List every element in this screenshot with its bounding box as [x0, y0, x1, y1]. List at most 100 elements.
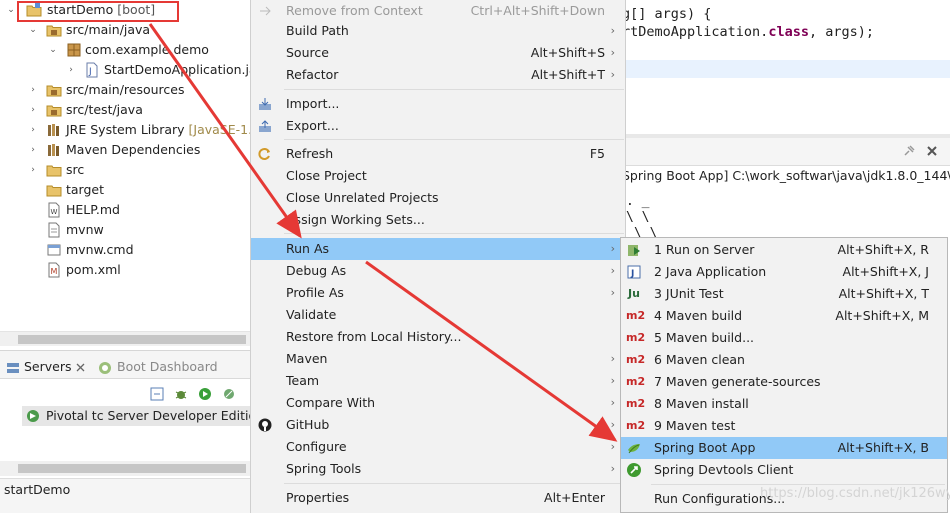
annotation-highlight-box — [17, 1, 179, 22]
submenu-arrow-icon: › — [610, 242, 615, 255]
menu-item-label: Remove from Context — [286, 3, 423, 18]
horizontal-scrollbar[interactable] — [0, 461, 250, 476]
tree-item-pom[interactable]: M pom.xml — [0, 260, 250, 280]
menu-item-remove-from-context[interactable]: Remove from Context Ctrl+Alt+Shift+Down — [251, 0, 625, 22]
source-folder-icon — [46, 85, 62, 97]
menu-item-compare-with[interactable]: Compare With › — [251, 392, 625, 414]
tree-item-label: target — [66, 182, 105, 197]
servers-view-tabs: Servers Boot Dashboard — [0, 351, 250, 379]
menu-item-debug-as[interactable]: Debug As › — [251, 260, 625, 282]
submenu-item-java-application[interactable]: J 2 Java Application Alt+Shift+X, J — [621, 261, 947, 283]
menu-item-team[interactable]: Team › — [251, 370, 625, 392]
expanded-twisty-icon[interactable]: ⌄ — [28, 20, 38, 40]
menu-item-build-path[interactable]: Build Path › — [251, 20, 625, 42]
collapsed-twisty-icon[interactable]: › — [66, 60, 76, 80]
tab-servers[interactable]: Servers — [24, 357, 72, 377]
collapse-all-icon[interactable] — [150, 387, 164, 401]
submenu-item-junit-test[interactable]: Ju 3 JUnit Test Alt+Shift+X, T — [621, 283, 947, 305]
tree-item-package[interactable]: ⌄ com.example.demo — [0, 40, 250, 60]
submenu-arrow-icon: › — [610, 68, 615, 81]
menu-item-github[interactable]: GitHub › — [251, 414, 625, 436]
menu-item-configure[interactable]: Configure › — [251, 436, 625, 458]
submenu-item-label: 8 Maven install — [654, 396, 749, 411]
submenu-item-maven-install[interactable]: m2 8 Maven install — [621, 393, 947, 415]
submenu-item-maven-clean[interactable]: m2 6 Maven clean — [621, 349, 947, 371]
horizontal-scrollbar[interactable] — [0, 331, 250, 346]
expanded-twisty-icon[interactable]: ⌄ — [6, 0, 16, 20]
submenu-arrow-icon: › — [610, 396, 615, 409]
maven-m2-icon: m2 — [626, 375, 646, 388]
menu-item-import[interactable]: Import... — [251, 93, 625, 115]
submenu-item-run-on-server[interactable]: 1 Run on Server Alt+Shift+X, R — [621, 239, 947, 261]
submenu-arrow-icon: › — [610, 440, 615, 453]
submenu-item-maven-build-dialog[interactable]: m2 5 Maven build... — [621, 327, 947, 349]
scrollbar-thumb[interactable] — [18, 464, 246, 473]
code-editor[interactable]: g[] args) { rtDemoApplication.class, arg… — [622, 0, 950, 130]
menu-item-label: Assign Working Sets... — [286, 212, 425, 227]
menu-item-refresh[interactable]: Refresh F5 — [251, 143, 625, 165]
cmd-file-icon — [47, 244, 61, 256]
tree-item-target[interactable]: target — [0, 180, 250, 200]
tree-item-jre[interactable]: › JRE System Library [JavaSE-1.8] — [0, 120, 265, 140]
menu-item-spring-tools[interactable]: Spring Tools › — [251, 458, 625, 480]
tree-item-src-test-java[interactable]: › src/test/java — [0, 100, 250, 120]
menu-item-label: Profile As — [286, 285, 344, 300]
menu-item-close-unrelated-projects[interactable]: Close Unrelated Projects — [251, 187, 625, 209]
menu-item-assign-working-sets[interactable]: Assign Working Sets... — [251, 209, 625, 231]
submenu-item-label: 9 Maven test — [654, 418, 736, 433]
watermark: https://blog.csdn.net/jk126wy — [760, 486, 950, 501]
collapsed-twisty-icon[interactable]: › — [28, 100, 38, 120]
profile-icon[interactable] — [222, 387, 236, 401]
submenu-item-maven-test[interactable]: m2 9 Maven test — [621, 415, 947, 437]
close-icon[interactable] — [926, 145, 938, 157]
collapsed-twisty-icon[interactable]: › — [28, 120, 38, 140]
tree-item-mvnw-cmd[interactable]: mvnw.cmd — [0, 240, 250, 260]
collapsed-twisty-icon[interactable]: › — [28, 160, 38, 180]
svg-text:M: M — [51, 267, 58, 276]
servers-view[interactable]: Servers Boot Dashboard Pivotal tc Server… — [0, 350, 250, 478]
run-on-server-icon — [628, 245, 640, 256]
tree-item-src-main-resources[interactable]: › src/main/resources — [0, 80, 250, 100]
submenu-item-maven-build[interactable]: m2 4 Maven build Alt+Shift+X, M — [621, 305, 947, 327]
menu-item-maven[interactable]: Maven › — [251, 348, 625, 370]
menu-item-export[interactable]: Export... — [251, 115, 625, 137]
submenu-item-shortcut: Alt+Shift+X, R — [837, 242, 929, 257]
expanded-twisty-icon[interactable]: ⌄ — [48, 40, 58, 60]
menu-item-close-project[interactable]: Close Project — [251, 165, 625, 187]
submenu-item-maven-generate-sources[interactable]: m2 7 Maven generate-sources — [621, 371, 947, 393]
import-icon — [259, 98, 271, 110]
menu-separator — [651, 484, 945, 485]
menu-item-properties[interactable]: Properties Alt+Enter — [251, 487, 625, 509]
pin-icon[interactable] — [902, 144, 916, 158]
menu-item-restore-local-history[interactable]: Restore from Local History... — [251, 326, 625, 348]
debug-icon[interactable] — [174, 387, 188, 401]
menu-item-profile-as[interactable]: Profile As › — [251, 282, 625, 304]
scrollbar-thumb[interactable] — [18, 335, 246, 344]
tab-boot-dashboard[interactable]: Boot Dashboard — [117, 357, 218, 377]
start-server-icon[interactable] — [198, 387, 212, 401]
tree-item-src[interactable]: › src — [0, 160, 250, 180]
source-folder-icon — [46, 105, 62, 117]
console-process-title: Spring Boot App] C:\work_softwar\java\jd… — [622, 168, 950, 183]
collapsed-twisty-icon[interactable]: › — [28, 140, 38, 160]
submenu-item-spring-boot-app[interactable]: Spring Boot App Alt+Shift+X, B — [621, 437, 947, 459]
export-icon — [259, 120, 271, 132]
tree-item-help[interactable]: W HELP.md — [0, 200, 250, 220]
close-icon[interactable] — [75, 362, 86, 373]
tree-item-maven-deps[interactable]: › Maven Dependencies — [0, 140, 250, 160]
menu-item-refactor[interactable]: Refactor Alt+Shift+T › — [251, 64, 625, 86]
tree-item-mvnw[interactable]: mvnw — [0, 220, 250, 240]
tree-item-src-main-java[interactable]: ⌄ src/main/java — [0, 20, 250, 40]
menu-item-validate[interactable]: Validate — [251, 304, 625, 326]
menu-item-source[interactable]: Source Alt+Shift+S › — [251, 42, 625, 64]
submenu-item-label: 4 Maven build — [654, 308, 743, 323]
submenu-item-spring-devtools-client[interactable]: Spring Devtools Client — [621, 459, 947, 481]
submenu-item-label: 2 Java Application — [654, 264, 767, 279]
server-entry[interactable]: Pivotal tc Server Developer Edition — [22, 406, 250, 426]
project-explorer[interactable]: ⌄ startDemo [boot] ⌄ src/main/java ⌄ com… — [0, 0, 272, 348]
tree-item-main-class[interactable]: › J StartDemoApplication.java — [0, 60, 272, 80]
maven-m2-icon: m2 — [626, 397, 646, 410]
menu-item-run-as[interactable]: Run As › — [251, 238, 625, 260]
collapsed-twisty-icon[interactable]: › — [28, 80, 38, 100]
submenu-item-shortcut: Alt+Shift+X, M — [835, 308, 929, 323]
